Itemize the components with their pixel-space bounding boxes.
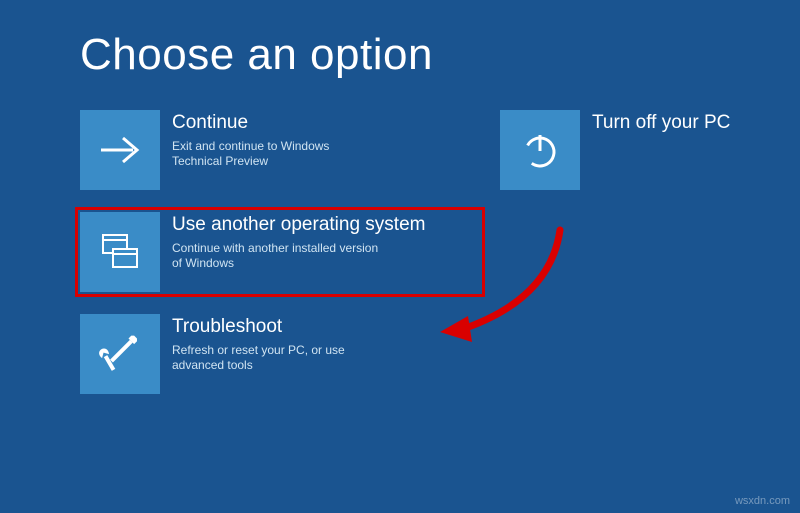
another-os-desc: Continue with another installed version … [172, 241, 382, 272]
watermark: wsxdn.com [735, 495, 790, 507]
arrow-right-icon [80, 110, 160, 190]
power-icon [500, 110, 580, 190]
windows-stack-icon [80, 212, 160, 292]
use-another-os-option[interactable]: Use another operating system Continue wi… [75, 207, 485, 297]
tools-icon [80, 314, 160, 394]
continue-option[interactable]: Continue Exit and continue to Windows Te… [80, 110, 380, 190]
continue-desc: Exit and continue to Windows Technical P… [172, 139, 380, 170]
turn-off-option[interactable]: Turn off your PC [500, 110, 800, 190]
page-title: Choose an option [80, 30, 720, 80]
another-os-title: Use another operating system [172, 214, 480, 237]
continue-title: Continue [172, 112, 380, 135]
troubleshoot-title: Troubleshoot [172, 316, 380, 339]
troubleshoot-option[interactable]: Troubleshoot Refresh or reset your PC, o… [80, 314, 380, 394]
troubleshoot-desc: Refresh or reset your PC, or use advance… [172, 343, 380, 374]
turnoff-title: Turn off your PC [592, 112, 800, 135]
